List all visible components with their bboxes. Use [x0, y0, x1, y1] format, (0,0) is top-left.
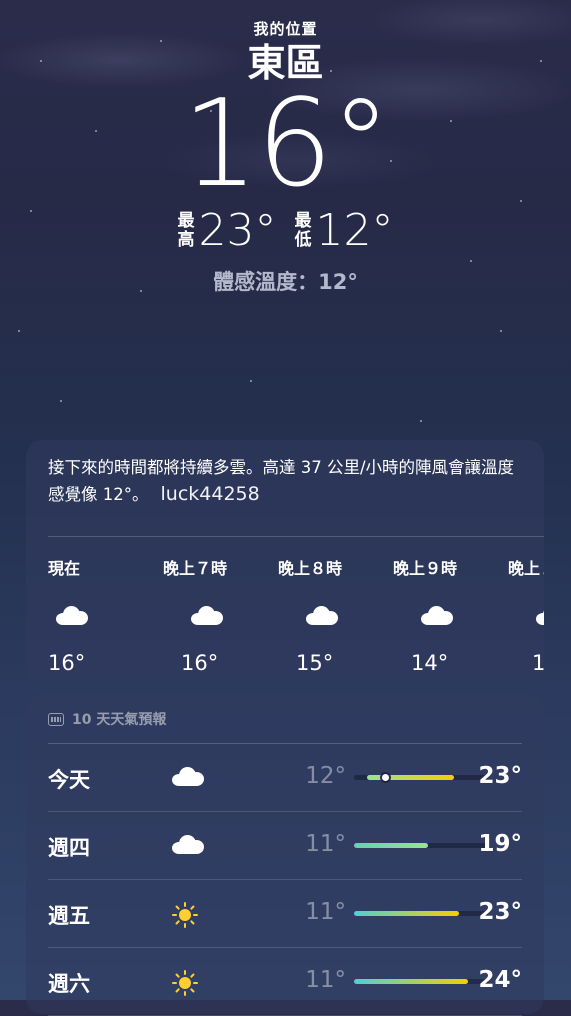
- hourly-scroll[interactable]: 現在 16° 晚上７時 16° 晚上８時 15° 晚上９時 14° 晚上１0時 …: [26, 537, 544, 675]
- hour-temperature: 15°: [296, 651, 334, 675]
- calendar-icon: [48, 712, 64, 726]
- forecast-low: 11°: [305, 831, 346, 857]
- forecast-high: 19°: [478, 831, 522, 857]
- temperature-range-fill: [354, 911, 459, 916]
- cloud-icon: [278, 605, 393, 629]
- cloud-icon: [172, 766, 204, 786]
- high-temperature: 最 高 23°: [178, 205, 277, 256]
- high-label-char-2: 高: [177, 229, 195, 250]
- forecast-day: 週四: [48, 836, 90, 860]
- hour-label: 晚上８時: [278, 559, 343, 578]
- sun-icon: [172, 902, 198, 928]
- temperature-range-bar: [354, 843, 488, 848]
- low-label: 最 低: [294, 210, 312, 250]
- temperature-range-bar: [354, 979, 488, 984]
- hour-label: 晚上７時: [163, 559, 228, 578]
- hourly-summary: 接下來的時間都將持續多雲。高達 37 公里/小時的陣風會讓溫度感覺像 12°。 l…: [26, 440, 544, 514]
- cloud-icon: [508, 605, 544, 629]
- hour-item: 晚上７時 16°: [163, 555, 278, 675]
- hour-item: 晚上９時 14°: [393, 555, 508, 675]
- temperature-range-fill: [354, 843, 428, 848]
- low-value: 12°: [315, 205, 394, 256]
- hour-label: 晚上９時: [393, 559, 458, 578]
- forecast-day: 週六: [48, 972, 90, 996]
- forecast-title: 10 天天氣預報: [72, 712, 167, 728]
- hour-temperature: 16°: [48, 651, 86, 675]
- temperature-range-fill: [354, 979, 468, 984]
- hourly-forecast-card[interactable]: 接下來的時間都將持續多雲。高達 37 公里/小時的陣風會讓溫度感覺像 12°。 l…: [26, 440, 544, 682]
- cloud-icon: [172, 834, 204, 854]
- forecast-low: 11°: [305, 967, 346, 993]
- forecast-high: 23°: [478, 899, 522, 925]
- cloud-icon: [393, 605, 508, 629]
- username-watermark: luck44258: [160, 483, 260, 505]
- ten-day-forecast-card[interactable]: 10 天天氣預報 今天 12° 23° 週四 11° 19° 週五 11° 23° 週六 11° 24…: [26, 694, 544, 1016]
- low-label-char-2: 低: [294, 229, 312, 250]
- high-label: 最 高: [177, 210, 195, 250]
- hour-temperature: 16°: [181, 651, 219, 675]
- hour-label: 晚上１0時: [508, 559, 544, 578]
- forecast-day: 週五: [48, 904, 90, 928]
- forecast-low: 12°: [305, 763, 346, 789]
- forecast-row[interactable]: 週五 11° 23°: [48, 880, 522, 948]
- forecast-row[interactable]: 今天 12° 23°: [48, 744, 522, 812]
- temperature-range-bar: [354, 911, 488, 916]
- summary-text: 接下來的時間都將持續多雲。高達 37 公里/小時的陣風會讓溫度感覺像 12°。: [48, 458, 515, 504]
- forecast-header: 10 天天氣預報: [26, 694, 544, 730]
- sun-icon: [172, 970, 198, 996]
- current-temperature-dot: [381, 774, 389, 781]
- hour-item: 晚上８時 15°: [278, 555, 393, 675]
- high-label-char-1: 最: [177, 210, 195, 231]
- hour-item: 晚上１0時 14°: [508, 555, 544, 675]
- temperature-range-fill: [367, 775, 455, 780]
- location-label: 我的位置: [253, 20, 318, 38]
- forecast-high: 24°: [478, 967, 522, 993]
- forecast-day: 今天: [48, 768, 90, 792]
- high-value: 23°: [198, 205, 277, 256]
- temperature-range-bar: [354, 774, 488, 781]
- forecast-row[interactable]: 週四 11° 19°: [48, 812, 522, 880]
- hour-label: 現在: [48, 559, 81, 578]
- low-label-char-1: 最: [294, 210, 312, 231]
- hour-item: 現在 16°: [48, 555, 163, 675]
- cloud-icon: [48, 605, 163, 629]
- hour-temperature: 14°: [532, 651, 544, 675]
- forecast-high: 23°: [478, 763, 522, 789]
- forecast-low: 11°: [305, 899, 346, 925]
- cloud-icon: [163, 605, 278, 629]
- low-temperature: 最 低 12°: [295, 205, 394, 256]
- current-temperature: 16°: [182, 75, 391, 214]
- current-weather-header: 我的位置 東區 16° 最 高 23° 最 低 12° 體感溫度：12°: [0, 18, 571, 296]
- forecast-row[interactable]: 週六 11° 24°: [48, 948, 522, 1016]
- feels-like-temperature: 體感溫度：12°: [213, 270, 358, 294]
- hour-temperature: 14°: [411, 651, 449, 675]
